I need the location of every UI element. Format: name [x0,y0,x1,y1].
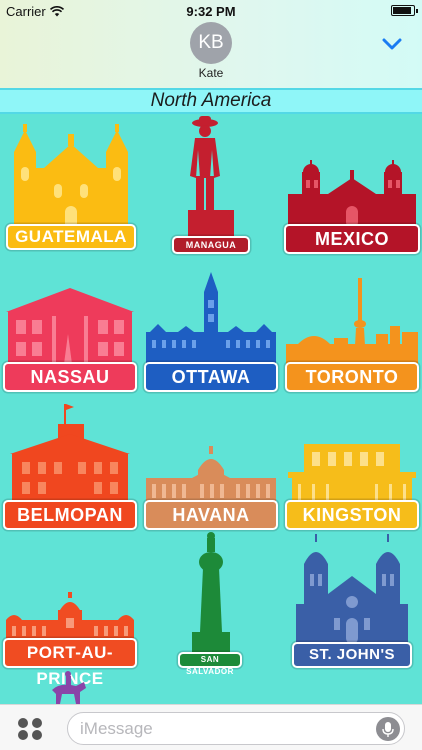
guatemala-cathedral-icon [14,124,128,232]
sticker-label: KINGSTON [285,500,419,530]
message-placeholder: iMessage [80,719,153,738]
microphone-icon[interactable] [376,717,400,741]
sticker-guatemala[interactable]: GUATEMALA [4,122,138,250]
belmopan-building-icon [10,404,130,502]
contact-name[interactable]: Kate [0,66,422,80]
conversation-header: Carrier 9:32 PM KB Kate [0,0,422,88]
category-title: North America [0,88,422,114]
sticker-label: NASSAU [3,362,137,392]
sticker-mexico[interactable]: MEXICO [284,158,420,254]
sticker-nassau[interactable]: NASSAU [2,286,138,392]
battery-icon [391,5,418,16]
sticker-label: MEXICO [284,224,420,254]
sticker-kingston[interactable]: KINGSTON [284,444,420,530]
sticker-toronto[interactable]: TORONTO [284,278,420,392]
sticker-label: TORONTO [285,362,419,392]
status-time: 9:32 PM [186,4,236,19]
equestrian-statue-icon [52,671,86,704]
compose-bar: iMessage [0,704,422,750]
sticker-label: MANAGUA [172,236,250,254]
sticker-label: BELMOPAN [3,500,137,530]
sticker-label: OTTAWA [144,362,278,392]
sticker-havana[interactable]: HAVANA [144,446,278,530]
mexico-cathedral-icon [288,160,416,228]
st-johns-basilica-icon [296,534,408,644]
sticker-partial[interactable] [46,670,92,704]
toronto-skyline-icon [286,278,418,364]
sticker-st-johns[interactable]: ST. JOHN'S [292,534,412,668]
kingston-building-icon [288,444,416,502]
avatar[interactable]: KB [190,22,232,64]
message-input[interactable]: iMessage [67,712,405,745]
port-au-prince-palace-icon [6,592,134,642]
havana-capitol-icon [146,446,276,502]
ottawa-parliament-icon [146,272,276,366]
san-salvador-monument-icon [192,532,230,652]
sticker-label: ST. JOHN'S [292,642,412,668]
sticker-managua[interactable]: MANAGUA [170,116,252,254]
sticker-label: SAN SALVADOR [178,652,242,676]
sticker-label: HAVANA [144,500,278,530]
sticker-port-au-prince[interactable]: PORT-AU-PRINCE [2,592,138,688]
status-bar: Carrier 9:32 PM [0,0,422,22]
sticker-label: PORT-AU-PRINCE [3,638,137,688]
chevron-down-icon[interactable] [382,38,402,50]
apps-icon[interactable] [16,717,44,741]
sticker-ottawa[interactable]: OTTAWA [144,272,278,392]
managua-statue-icon [188,116,234,240]
sticker-san-salvador[interactable]: SAN SALVADOR [176,532,246,676]
nassau-government-house-icon [6,288,134,364]
sticker-belmopan[interactable]: BELMOPAN [2,402,138,530]
sticker-label: GUATEMALA [6,224,136,250]
